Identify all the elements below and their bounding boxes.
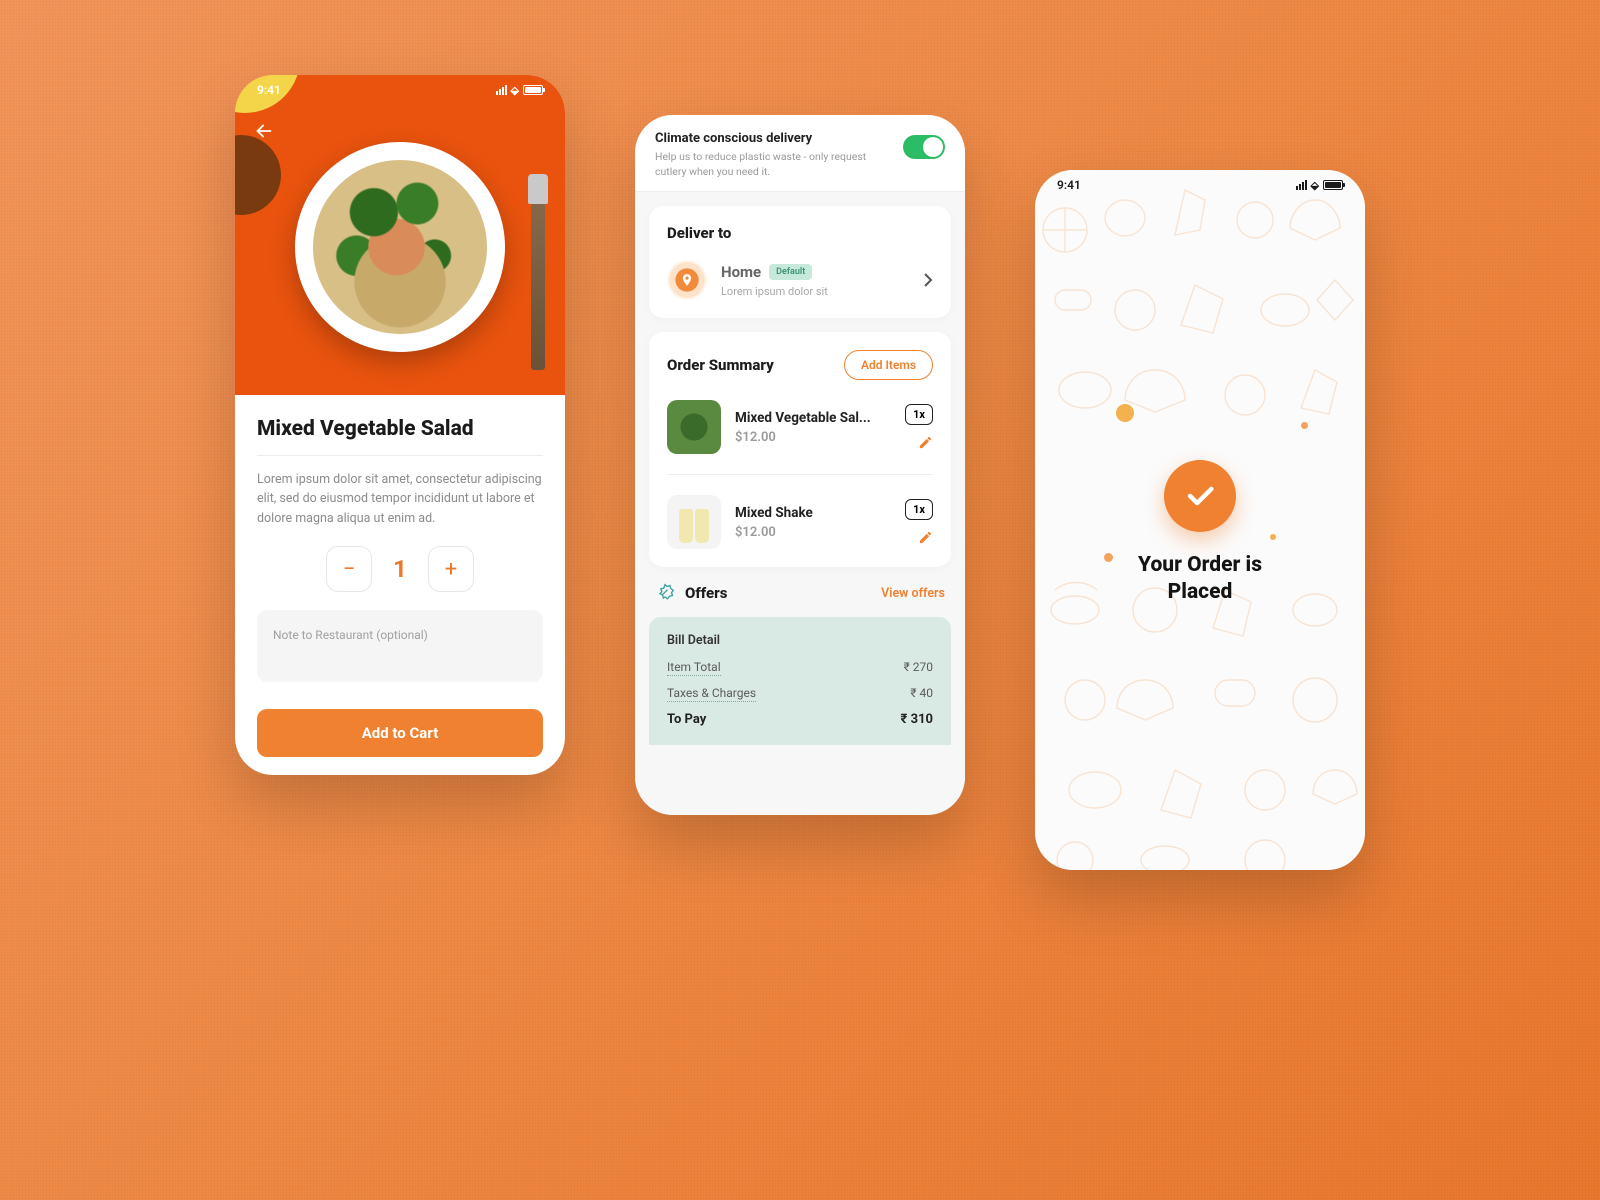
climate-subtitle: Help us to reduce plastic waste - only r… — [655, 150, 891, 179]
item-name: Mixed Shake — [735, 505, 891, 521]
status-time: 9:41 — [1057, 178, 1081, 192]
dish-description: Lorem ipsum dolor sit amet, consectetur … — [257, 470, 543, 528]
success-check-icon — [1164, 460, 1236, 532]
chevron-right-icon — [923, 272, 933, 288]
qty-minus-button[interactable]: − — [326, 546, 372, 592]
add-to-cart-button[interactable]: Add to Cart — [257, 709, 543, 757]
item-name: Mixed Vegetable Sal... — [735, 410, 891, 426]
battery-icon — [523, 85, 543, 95]
offers-label: Offers — [685, 584, 871, 602]
cart-item: Mixed Shake $12.00 1x — [667, 495, 933, 549]
offers-row: Offers View offers — [635, 567, 965, 607]
signal-icon — [1296, 180, 1307, 190]
qty-plus-button[interactable]: + — [428, 546, 474, 592]
bill-value: ₹ 270 — [904, 660, 933, 676]
order-summary-label: Order Summary — [667, 356, 774, 374]
item-thumbnail — [667, 495, 721, 549]
hero-plate — [295, 142, 505, 352]
order-placed-title: Your Order isPlaced — [1138, 552, 1262, 607]
confetti-dot — [1116, 404, 1134, 422]
bill-title: Bill Detail — [667, 633, 933, 648]
product-detail-screen: 9:41 ⬙ Mixed Vegetable Salad Lorem ipsum… — [235, 75, 565, 775]
edit-icon[interactable] — [918, 530, 933, 545]
wifi-icon: ⬙ — [511, 85, 519, 96]
offer-icon — [655, 583, 675, 603]
item-qty-chip[interactable]: 1x — [905, 499, 933, 520]
status-indicators: ⬙ — [496, 83, 543, 97]
address-row[interactable]: Home Default Lorem ipsum dolor sit — [667, 260, 933, 300]
deliver-to-label: Deliver to — [667, 224, 933, 242]
bill-line-item-total: Item Total ₹ 270 — [667, 660, 933, 676]
climate-row: Climate conscious delivery Help us to re… — [635, 115, 965, 192]
battery-icon — [1323, 180, 1343, 190]
bill-label: Taxes & Charges — [667, 686, 756, 702]
bill-value: ₹ 40 — [910, 686, 933, 702]
signal-icon — [496, 85, 507, 95]
edit-icon[interactable] — [918, 435, 933, 450]
status-bar: 9:41 ⬙ — [1035, 178, 1365, 192]
status-time: 9:41 — [257, 83, 281, 97]
wifi-icon: ⬙ — [1311, 180, 1319, 191]
qty-value: 1 — [388, 555, 412, 583]
default-badge: Default — [769, 264, 812, 280]
bill-total: To Pay ₹ 310 — [667, 712, 933, 727]
address-line: Lorem ipsum dolor sit — [721, 285, 828, 298]
order-summary-card: Order Summary Add Items Mixed Vegetable … — [649, 332, 951, 567]
status-bar: 9:41 ⬙ — [235, 83, 565, 97]
cart-item: Mixed Vegetable Sal... $12.00 1x — [667, 400, 933, 454]
item-price: $12.00 — [735, 525, 891, 540]
deliver-to-card: Deliver to Home Default Lorem ipsum dolo… — [649, 206, 951, 318]
status-indicators: ⬙ — [1296, 178, 1343, 192]
back-button[interactable] — [253, 120, 275, 142]
hero-bowl — [235, 135, 281, 215]
note-input[interactable]: Note to Restaurant (optional) — [257, 610, 543, 682]
hero-fork — [531, 180, 545, 370]
confetti-dot — [1270, 534, 1276, 540]
quantity-stepper: − 1 + — [257, 546, 543, 592]
checkout-screen: Climate conscious delivery Help us to re… — [635, 115, 965, 815]
climate-title: Climate conscious delivery — [655, 131, 891, 146]
confetti-dot — [1104, 553, 1113, 562]
confetti-dot — [1301, 422, 1308, 429]
address-name-row: Home Default — [721, 263, 828, 281]
dish-title: Mixed Vegetable Salad — [257, 417, 543, 441]
climate-toggle[interactable] — [903, 135, 945, 159]
location-pin-icon — [667, 260, 707, 300]
item-qty-chip[interactable]: 1x — [905, 404, 933, 425]
add-items-button[interactable]: Add Items — [844, 350, 933, 380]
view-offers-link[interactable]: View offers — [881, 586, 945, 601]
bill-label: To Pay — [667, 712, 706, 727]
item-thumbnail — [667, 400, 721, 454]
bill-label: Item Total — [667, 660, 721, 676]
address-name: Home — [721, 263, 761, 281]
hero-garnish — [235, 75, 299, 122]
divider — [257, 455, 543, 456]
divider — [667, 474, 933, 475]
bill-card: Bill Detail Item Total ₹ 270 Taxes & Cha… — [649, 617, 951, 745]
item-price: $12.00 — [735, 430, 891, 445]
bill-value: ₹ 310 — [901, 712, 933, 727]
dish-hero-image — [235, 75, 565, 395]
bill-line-taxes: Taxes & Charges ₹ 40 — [667, 686, 933, 702]
note-placeholder: Note to Restaurant (optional) — [273, 628, 428, 642]
order-confirmation-screen: 9:41 ⬙ — [1035, 170, 1365, 870]
